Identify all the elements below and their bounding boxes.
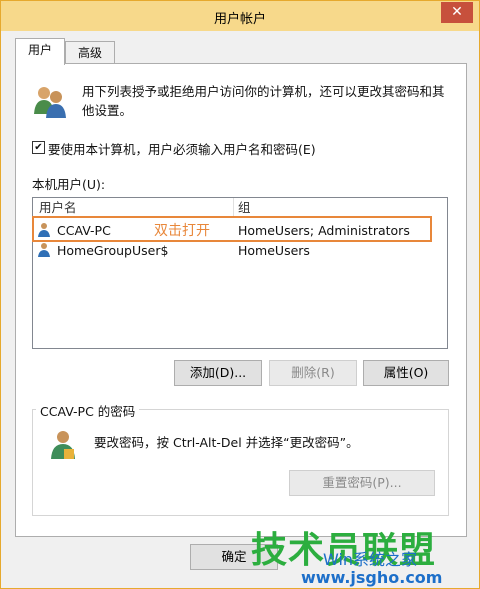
local-users-label: 本机用户(U): [32, 177, 106, 192]
column-divider[interactable] [233, 198, 234, 218]
user-icon [38, 243, 50, 257]
watermark-url: www.jsgho.com [301, 568, 443, 587]
selection-highlight-box [32, 216, 432, 242]
password-groupbox [32, 409, 449, 516]
user-group: HomeUsers [238, 243, 310, 258]
users-icon [34, 87, 66, 118]
column-header-group[interactable]: 组 [238, 198, 251, 218]
user-password-icon [51, 431, 75, 459]
users-tab-panel: 用下列表授予或拒绝用户访问你的计算机，还可以更改其密码和其他设置。 ✔ 要使用本… [15, 63, 467, 537]
user-accounts-window: 用户帐户 ✕ 用户 高级 用下列表授予或拒绝用户访问你的计算机，还可以更改其密码… [0, 0, 480, 589]
window-title: 用户帐户 [213, 12, 266, 27]
remove-user-button[interactable]: 删除(R) [269, 360, 357, 386]
close-button[interactable]: ✕ [441, 2, 473, 23]
reset-password-button[interactable]: 重置密码(P)... [289, 470, 435, 496]
watermark-subtitle: Win系统之家 [323, 550, 418, 569]
tab-advanced[interactable]: 高级 [65, 41, 115, 65]
require-login-checkbox[interactable]: ✔ [32, 141, 45, 154]
password-group-title: CCAV-PC 的密码 [36, 401, 140, 420]
double-click-annotation: 双击打开 [154, 223, 210, 239]
users-description: 用下列表授予或拒绝用户访问你的计算机，还可以更改其密码和其他设置。 [82, 84, 445, 118]
user-name: HomeGroupUser$ [57, 243, 169, 258]
checkmark-icon: ✔ [34, 142, 43, 153]
title-bar[interactable]: 用户帐户 ✕ [1, 1, 479, 31]
close-icon: ✕ [451, 4, 463, 20]
password-instructions: 要改密码，按 Ctrl-Alt-Del 并选择“更改密码”。 [94, 435, 359, 450]
table-row[interactable]: HomeGroupUser$ HomeUsers [33, 240, 445, 260]
column-header-username[interactable]: 用户名 [39, 198, 77, 218]
add-user-button[interactable]: 添加(D)... [174, 360, 262, 386]
require-login-label[interactable]: 要使用本计算机，用户必须输入用户名和密码(E) [48, 139, 316, 158]
properties-button[interactable]: 属性(O) [363, 360, 449, 386]
tab-users[interactable]: 用户 [15, 38, 65, 65]
